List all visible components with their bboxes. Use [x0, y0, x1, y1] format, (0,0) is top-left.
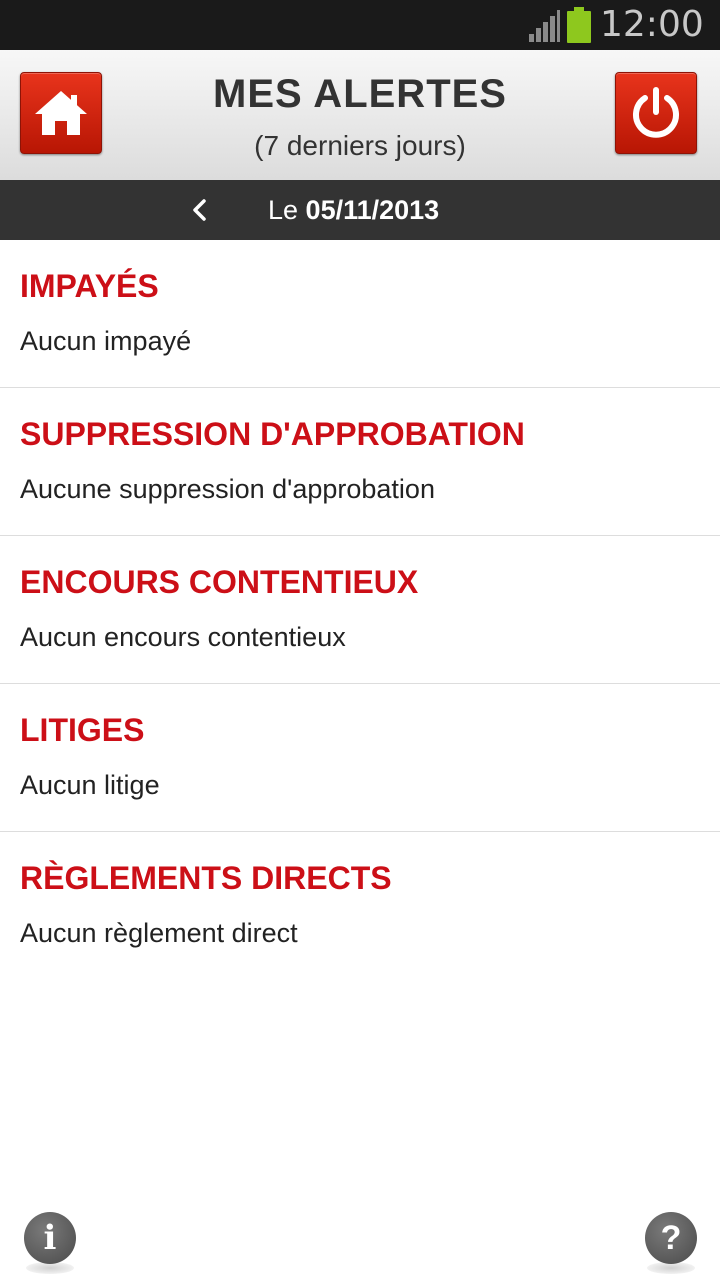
battery-icon: [567, 7, 591, 43]
date-bar: Le 05/11/2013: [0, 180, 720, 240]
alert-section-impayes: IMPAYÉS Aucun impayé: [0, 240, 720, 388]
info-icon: i: [24, 1212, 76, 1264]
screen: 12:00 MES ALERTES (7 derniers jours) Le: [0, 0, 720, 1280]
alert-section-encours-contentieux: ENCOURS CONTENTIEUX Aucun encours conten…: [0, 536, 720, 684]
alert-message: Aucun règlement direct: [20, 918, 298, 948]
help-icon: ?: [645, 1212, 697, 1264]
date-value: 05/11/2013: [305, 195, 440, 225]
signal-icon: [529, 10, 560, 42]
alert-title: RÈGLEMENTS DIRECTS: [20, 860, 392, 896]
power-icon: [633, 87, 679, 138]
alert-title: SUPPRESSION D'APPROBATION: [20, 416, 525, 452]
status-clock: 12:00: [600, 4, 704, 45]
alert-section-litiges: LITIGES Aucun litige: [0, 684, 720, 832]
alert-section-suppression-approbation: SUPPRESSION D'APPROBATION Aucune suppres…: [0, 388, 720, 536]
home-button[interactable]: [20, 72, 102, 154]
alert-message: Aucune suppression d'approbation: [20, 474, 435, 504]
alert-list: IMPAYÉS Aucun impayé SUPPRESSION D'APPRO…: [0, 240, 720, 979]
header: MES ALERTES (7 derniers jours): [0, 50, 720, 180]
alert-title: LITIGES: [20, 712, 145, 748]
status-bar: 12:00: [0, 0, 720, 50]
chevron-left-icon: [193, 199, 206, 221]
date-prefix: Le: [268, 195, 306, 225]
page-subtitle: (7 derniers jours): [254, 130, 466, 161]
alert-section-reglements-directs: RÈGLEMENTS DIRECTS Aucun règlement direc…: [0, 832, 720, 979]
power-button[interactable]: [615, 72, 697, 154]
help-button[interactable]: ?: [645, 1212, 697, 1274]
page-title: MES ALERTES: [213, 72, 507, 116]
alert-title: IMPAYÉS: [20, 268, 159, 304]
current-date: Le 05/11/2013: [268, 180, 439, 240]
alert-message: Aucun impayé: [20, 326, 192, 356]
home-icon: [35, 91, 87, 135]
previous-date-button[interactable]: [180, 190, 220, 230]
alert-message: Aucun encours contentieux: [20, 622, 346, 652]
alert-title: ENCOURS CONTENTIEUX: [20, 564, 419, 600]
alert-message: Aucun litige: [20, 770, 160, 800]
info-button[interactable]: i: [24, 1212, 76, 1274]
